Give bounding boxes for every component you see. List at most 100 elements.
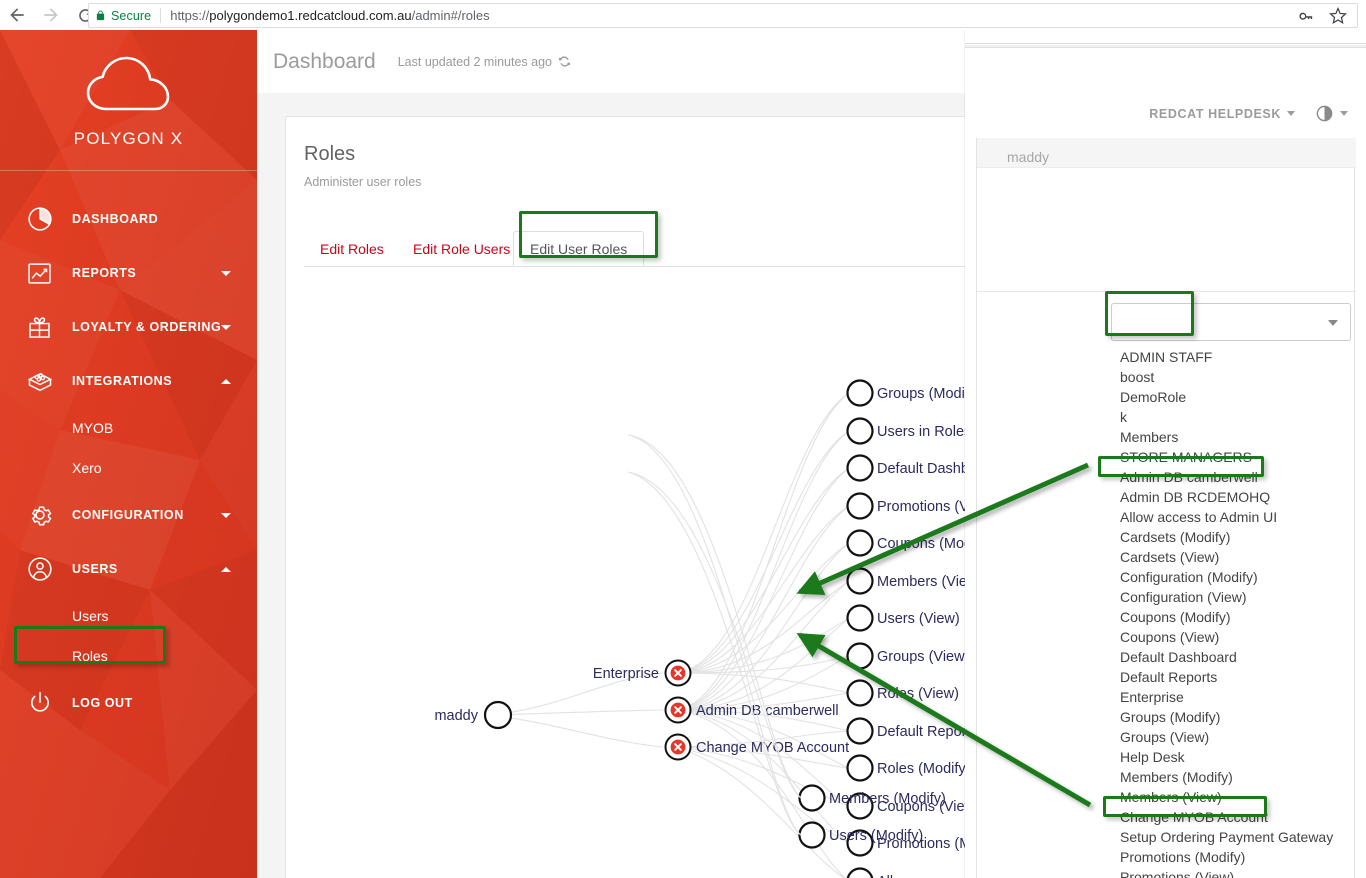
graph-permission-node[interactable]: Members (View) xyxy=(846,567,983,595)
sidebar-subitem-xero[interactable]: Xero xyxy=(0,448,257,488)
graph-node-label: Groups (View) xyxy=(877,649,969,665)
graph-permission-node[interactable]: Users (View) xyxy=(846,604,960,632)
chevron-down-icon[interactable] xyxy=(1340,111,1348,116)
user-circle-icon xyxy=(26,555,72,583)
lock-icon xyxy=(95,9,106,22)
sidebar-item-integrations[interactable]: INTEGRATIONS xyxy=(0,354,257,408)
address-bar[interactable]: Secure https://polygondemo1.redcatcloud.… xyxy=(88,3,1358,28)
tab-edit-user-roles[interactable]: Edit User Roles xyxy=(513,231,645,266)
role-option[interactable]: boost xyxy=(1120,367,1356,387)
page-title: Dashboard xyxy=(273,49,376,73)
graph-node-label: Change MYOB Account xyxy=(696,740,849,756)
role-option[interactable]: Members xyxy=(1120,427,1356,447)
account-menu-label[interactable]: REDCAT HELPDESK xyxy=(1149,107,1281,121)
sidebar-subitem-label: Users xyxy=(72,608,109,624)
line-chart-icon xyxy=(26,260,72,287)
sidebar-nav: DASHBOARD REPORTS LOYALTY & ORDERING INT… xyxy=(0,170,257,730)
role-option[interactable]: Configuration (View) xyxy=(1120,587,1356,607)
sidebar-subitem-roles[interactable]: Roles xyxy=(0,636,257,676)
tab-edit-role-users[interactable]: Edit Role Users xyxy=(397,231,526,266)
chevron-down-icon xyxy=(221,512,231,518)
cloud-icon xyxy=(82,52,176,119)
contrast-icon[interactable] xyxy=(1315,104,1334,123)
role-option[interactable]: Members (Modify) xyxy=(1120,767,1356,787)
chevron-up-icon xyxy=(221,566,231,572)
graph-node-enterprise[interactable]: Enterprise xyxy=(593,659,692,687)
sidebar-item-users[interactable]: USERS xyxy=(0,542,257,596)
sidebar-item-reports[interactable]: REPORTS xyxy=(0,246,257,300)
role-option[interactable]: Admin DB RCDEMOHQ xyxy=(1120,487,1356,507)
graph-node-label: Default Reports xyxy=(877,724,978,740)
graph-permission-node[interactable]: Roles (View) xyxy=(846,679,959,707)
role-option[interactable]: Promotions (View) xyxy=(1120,867,1356,878)
graph-permission-node[interactable]: Default Reports xyxy=(846,717,978,745)
back-arrow-icon[interactable] xyxy=(0,0,34,30)
sidebar: POLYGON X DASHBOARD REPORTS LOYALTY & OR… xyxy=(0,30,257,878)
sidebar-subitem-myob[interactable]: MYOB xyxy=(0,408,257,448)
tab-label: Edit Role Users xyxy=(413,240,511,257)
graph-edges xyxy=(491,392,850,878)
graph-permission-node[interactable]: Groups (Modify) xyxy=(846,379,981,407)
card-subtitle: Administer user roles xyxy=(304,175,422,189)
url-text: https://polygondemo1.redcatcloud.com.au/… xyxy=(170,8,490,23)
graph-permission-node[interactable]: Coupons (View) xyxy=(846,792,980,820)
chevron-down-icon xyxy=(221,324,231,330)
role-option-list[interactable]: ADMIN STAFF boost DemoRole k Members STO… xyxy=(1120,347,1356,878)
overlay-rule xyxy=(977,291,1356,292)
role-option[interactable]: Groups (View) xyxy=(1120,727,1356,747)
star-icon[interactable] xyxy=(1329,6,1347,25)
role-option-change-myob-account[interactable]: Change MYOB Account xyxy=(1120,807,1356,827)
last-updated-label: Last updated 2 minutes ago xyxy=(397,54,553,69)
role-option[interactable]: Promotions (Modify) xyxy=(1120,847,1356,867)
refresh-icon[interactable] xyxy=(558,55,571,68)
key-icon[interactable] xyxy=(1298,7,1315,24)
screenshot-root: Secure https://polygondemo1.redcatcloud.… xyxy=(0,0,1366,878)
sidebar-item-label: REPORTS xyxy=(72,266,137,280)
overlay-app-header: REDCAT HELPDESK xyxy=(965,48,1366,123)
role-option[interactable]: Default Dashboard xyxy=(1120,647,1356,667)
tab-edit-roles[interactable]: Edit Roles xyxy=(304,231,400,266)
role-option-admin-db-camberwell[interactable]: Admin DB camberwell xyxy=(1120,467,1356,487)
graph-node-label: Roles (View) xyxy=(877,686,959,702)
sidebar-item-label: USERS xyxy=(72,562,118,576)
role-select-value: maddy xyxy=(1007,149,1050,165)
role-option[interactable]: ADMIN STAFF xyxy=(1120,347,1356,367)
role-option[interactable]: Help Desk xyxy=(1120,747,1356,767)
role-option[interactable]: Groups (Modify) xyxy=(1120,707,1356,727)
forward-arrow-icon[interactable] xyxy=(34,0,68,30)
chevron-down-icon[interactable] xyxy=(1287,111,1295,116)
sidebar-subitem-users[interactable]: Users xyxy=(0,596,257,636)
sidebar-item-dashboard[interactable]: DASHBOARD xyxy=(0,192,257,246)
overlay-card: maddy ADMIN STAFF boost DemoRole k Membe… xyxy=(976,138,1356,878)
sidebar-item-loyalty-ordering[interactable]: LOYALTY & ORDERING xyxy=(0,300,257,354)
sidebar-item-label: LOYALTY & ORDERING xyxy=(72,320,222,334)
chevron-up-icon xyxy=(221,378,231,384)
chevron-down-icon xyxy=(221,270,231,276)
graph-permission-node[interactable]: Groups (View) xyxy=(846,642,970,670)
secure-label: Secure xyxy=(111,8,152,23)
graph-node-label: Admin DB camberwell xyxy=(696,703,839,719)
sidebar-subitem-label: MYOB xyxy=(72,420,114,436)
role-option[interactable]: Cardsets (Modify) xyxy=(1120,527,1356,547)
role-option[interactable]: STORE MANAGERS xyxy=(1120,447,1356,467)
graph-node-label: maddy xyxy=(434,708,478,724)
sidebar-item-logout[interactable]: LOG OUT xyxy=(0,676,257,730)
role-option[interactable]: Default Reports xyxy=(1120,667,1356,687)
role-option[interactable]: Configuration (Modify) xyxy=(1120,567,1356,587)
role-option[interactable]: Members (View) xyxy=(1120,787,1356,807)
role-option[interactable]: DemoRole xyxy=(1120,387,1356,407)
graph-permission-node[interactable]: Roles (Modify) xyxy=(846,754,971,782)
role-option[interactable]: Enterprise xyxy=(1120,687,1356,707)
role-option[interactable]: k xyxy=(1120,407,1356,427)
role-option[interactable]: Setup Ordering Payment Gateway xyxy=(1120,827,1356,847)
role-option[interactable]: Coupons (Modify) xyxy=(1120,607,1356,627)
sidebar-item-label: INTEGRATIONS xyxy=(72,374,173,388)
power-icon xyxy=(26,689,72,717)
role-option[interactable]: Cardsets (View) xyxy=(1120,547,1356,567)
sidebar-subitem-label: Xero xyxy=(72,460,102,476)
role-option[interactable]: Allow access to Admin UI xyxy=(1120,507,1356,527)
graph-node-maddy[interactable]: maddy xyxy=(434,700,513,730)
role-option[interactable]: Coupons (View) xyxy=(1120,627,1356,647)
sidebar-item-configuration[interactable]: CONFIGURATION xyxy=(0,488,257,542)
role-select[interactable] xyxy=(1111,303,1351,341)
